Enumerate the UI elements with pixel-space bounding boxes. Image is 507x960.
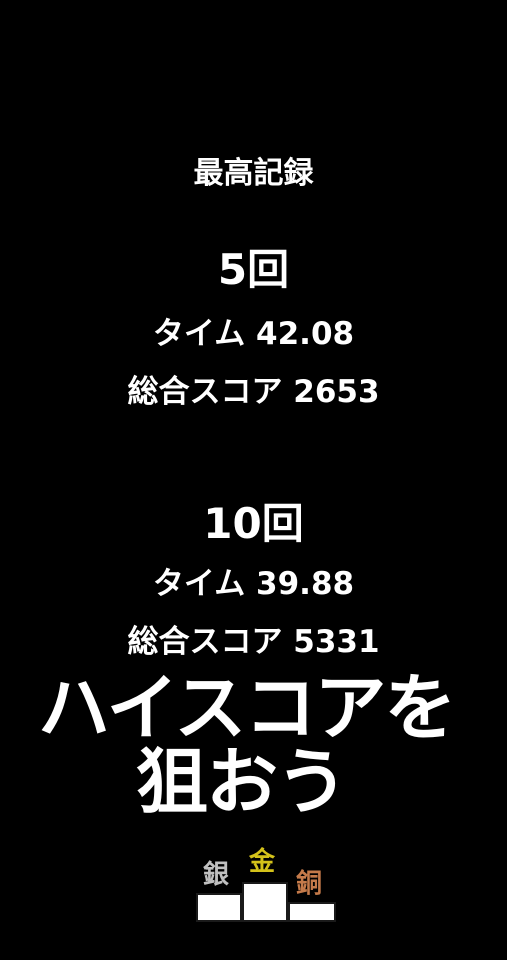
record-10-score: 総合スコア 5331 bbox=[127, 624, 380, 660]
podium-silver-block bbox=[196, 893, 242, 922]
record-5-heading: 5回 bbox=[217, 245, 290, 294]
record-10-time: タイム 39.88 bbox=[152, 566, 355, 602]
podium-bronze-block bbox=[288, 902, 336, 922]
podium-gold-block bbox=[242, 882, 288, 922]
silver-medal-label: 銀 bbox=[202, 860, 230, 890]
catchphrase-line-2: 狙おう bbox=[134, 740, 350, 824]
records-title: 最高記録 bbox=[193, 156, 314, 191]
catchphrase-line-1: ハイスコアを bbox=[36, 666, 458, 750]
gold-medal-label: 金 bbox=[248, 847, 276, 877]
record-5-score: 総合スコア 2653 bbox=[127, 374, 380, 410]
bronze-medal-label: 銅 bbox=[295, 869, 323, 899]
record-5-time: タイム 42.08 bbox=[152, 316, 355, 352]
record-10-heading: 10回 bbox=[203, 499, 304, 548]
